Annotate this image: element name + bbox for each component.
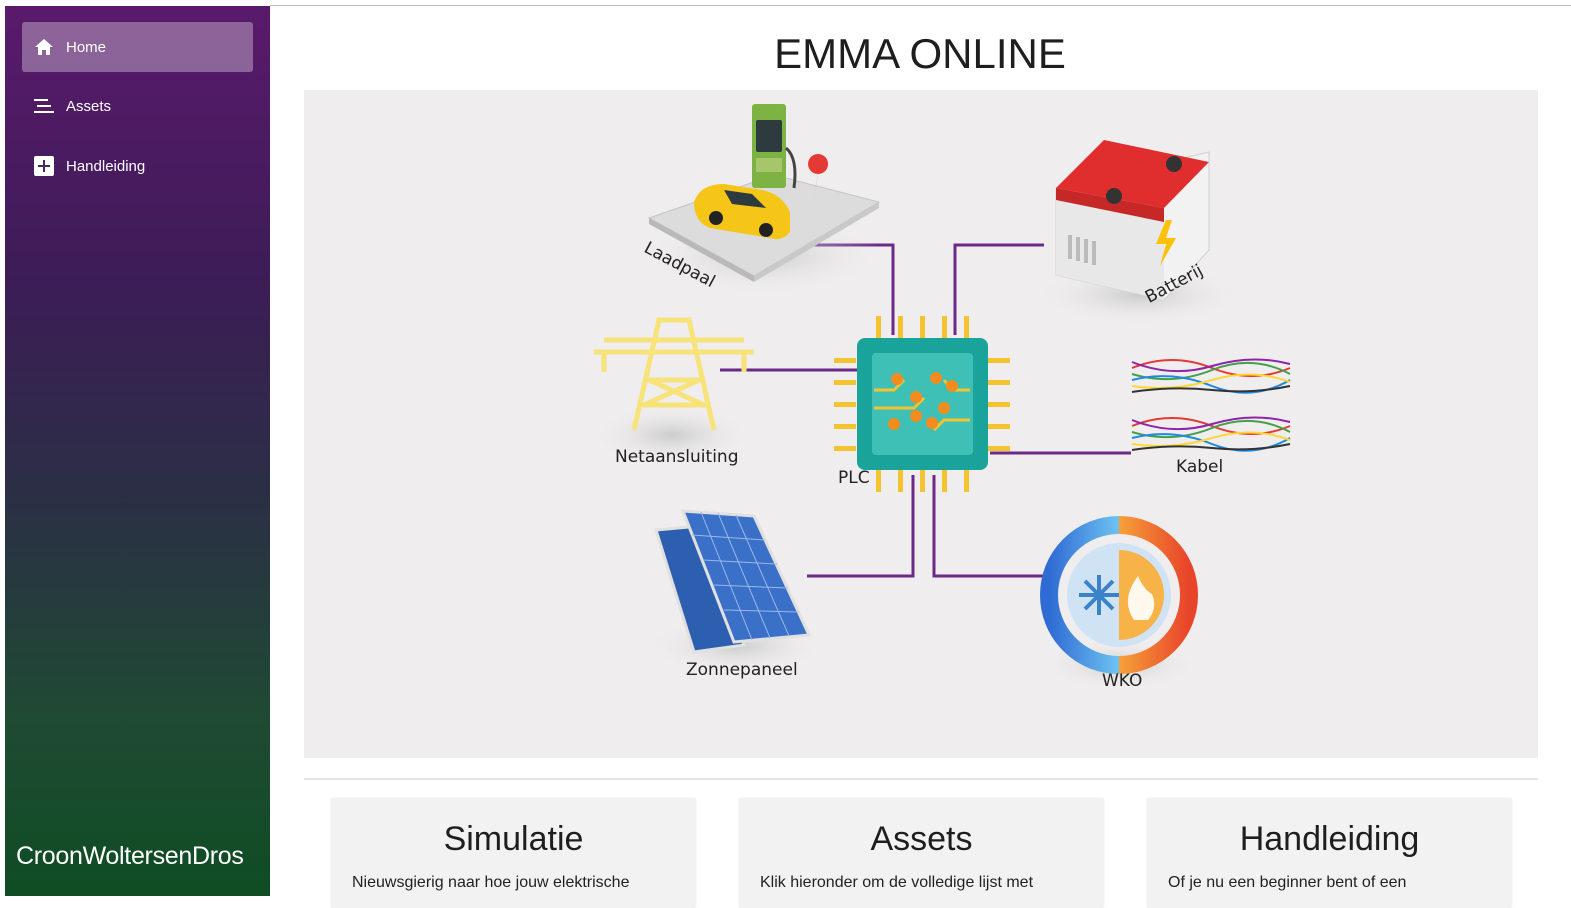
card-title: Handleiding [1239,820,1420,858]
label-wko: WKO [1102,671,1143,691]
card-title: Simulatie [443,820,584,858]
label-zonnepaneel: Zonnepaneel [686,660,798,680]
sidebar-item-handleiding[interactable]: Handleiding [22,141,253,191]
wko-illustration [1039,516,1199,690]
brand-name: CroonWoltersenDros [16,842,244,870]
card-assets[interactable]: Assets Klik hieronder om de volledige li… [739,798,1104,908]
sidebar-item-label: Home [66,38,107,56]
home-icon [32,35,56,59]
kabel-illustration [1131,358,1291,452]
card-text: Klik hieronder om de volledige lijst met [760,874,1034,891]
label-netaansluiting: Netaansluiting [615,447,739,467]
sidebar: Home Assets Handleiding CroonWoltersenDr… [5,6,270,896]
sidebar-item-label: Handleiding [66,157,146,175]
sidebar-item-label: Assets [66,97,112,115]
section-divider [304,778,1538,780]
plc-chip-illustration [834,316,1010,492]
list-icon [32,94,56,118]
card-text: Nieuwsgierig naar hoe jouw elektrische [352,874,630,891]
system-diagram: Laadpaal Batterij Netaansluiting PLC Kab… [304,90,1538,758]
card-simulatie[interactable]: Simulatie Nieuwsgierig naar hoe jouw ele… [331,798,696,908]
sidebar-item-assets[interactable]: Assets [22,81,253,131]
sidebar-item-home[interactable]: Home [22,22,253,72]
label-plc: PLC [838,468,870,488]
plus-icon [32,154,56,178]
netaansluiting-illustration [592,317,754,465]
label-kabel: Kabel [1176,457,1224,477]
page-title: EMMA ONLINE [774,30,1066,77]
card-handleiding[interactable]: Handleiding Of je nu een beginner bent o… [1147,798,1512,908]
batterij-illustration [1034,140,1244,325]
card-title: Assets [870,820,973,858]
card-text: Of je nu een beginner bent of een [1168,874,1407,891]
top-divider [270,5,1571,6]
zonnepaneel-illustration [646,509,826,674]
diagram-graphic [592,104,1291,690]
